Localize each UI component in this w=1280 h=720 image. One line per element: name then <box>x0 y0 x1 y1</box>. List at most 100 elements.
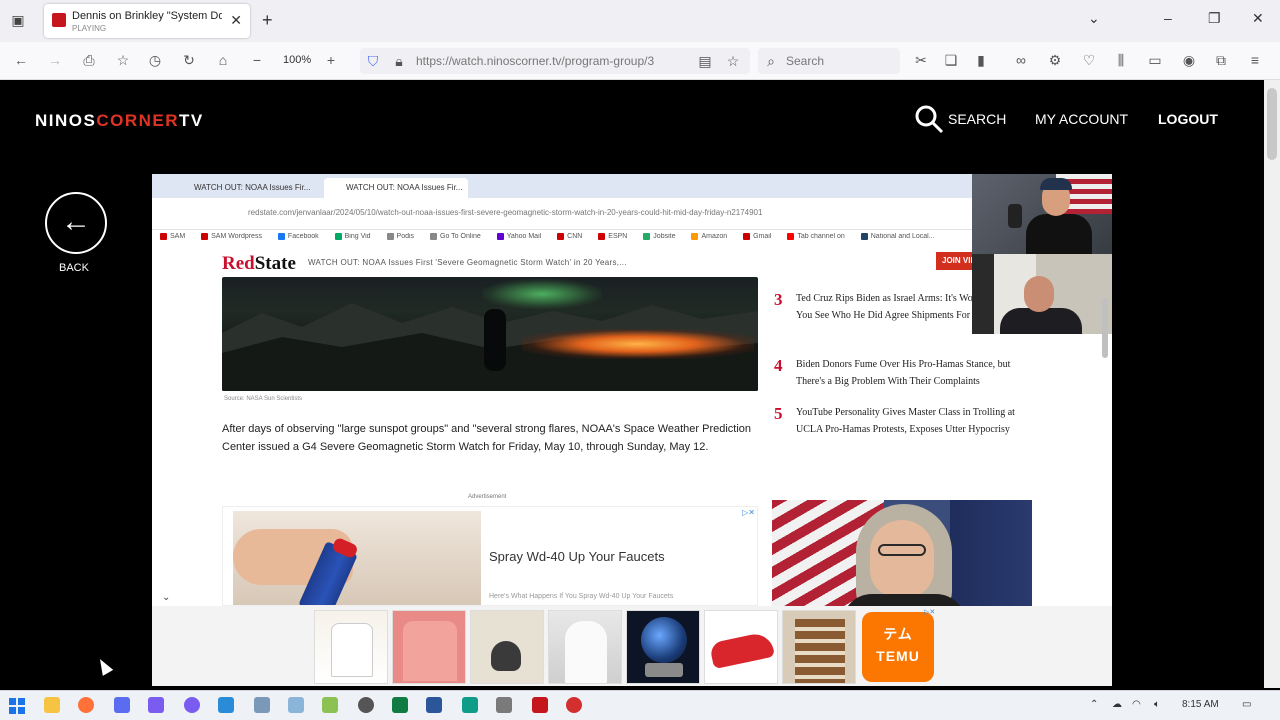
tab-list-icon[interactable]: ▣ <box>8 10 28 30</box>
back-arrow-icon[interactable]: ← <box>12 52 30 68</box>
trending-item: 5 YouTube Personality Gives Master Class… <box>774 404 1015 435</box>
sidebar-news-image <box>772 500 1032 606</box>
video-inner-tab-bar: WATCH OUT: NOAA Issues Fir... WATCH OUT:… <box>152 174 1112 198</box>
ad-image <box>233 511 481 605</box>
wifi-icon[interactable]: ◠ <box>1132 699 1141 710</box>
close-window-icon[interactable]: ✕ <box>1252 10 1264 27</box>
back-label[interactable]: BACK <box>59 262 89 274</box>
zoom-in-icon[interactable]: + <box>322 52 340 68</box>
settings-icon[interactable]: ⚙ <box>1046 52 1064 69</box>
site-search-icon[interactable] <box>914 104 944 134</box>
scissors-icon[interactable]: ✂ <box>912 52 930 69</box>
tray-chevron-icon[interactable]: ⌃ <box>1090 699 1098 710</box>
windows-start-icon[interactable] <box>9 698 25 714</box>
app-icon[interactable] <box>462 697 478 713</box>
logo-ninos: NINOS <box>35 111 97 130</box>
search-link[interactable]: SEARCH <box>948 111 1006 127</box>
app-icon[interactable] <box>322 697 338 713</box>
ad-title: Spray Wd-40 Up Your Faucets <box>489 549 665 564</box>
logout-link[interactable]: LOGOUT <box>1158 111 1218 127</box>
redstate-ticker: WATCH OUT: NOAA Issues First 'Severe Geo… <box>308 258 627 267</box>
bookmark-star-icon[interactable]: ☆ <box>724 53 742 70</box>
redstate-logo: RedState <box>222 253 296 274</box>
ad-choices-icon: ▷✕ <box>924 609 936 616</box>
logo-tv: TV <box>179 111 204 130</box>
app-icon[interactable] <box>566 697 582 713</box>
article-hero-image <box>222 277 758 391</box>
app-icon[interactable] <box>532 697 548 713</box>
chevron-down-icon: ⌄ <box>162 592 171 603</box>
lock-icon[interactable]: 🔒︎ <box>390 53 408 70</box>
back-button[interactable]: ← <box>45 192 107 254</box>
print-icon[interactable]: ⎙ <box>80 52 98 69</box>
sidebar-icon[interactable]: ▭ <box>1146 52 1164 69</box>
ad-subtitle: Here's What Happens If You Spray Wd-40 U… <box>489 593 674 600</box>
library-icon[interactable]: ⫼ <box>1112 52 1130 69</box>
clipboard-icon[interactable]: ▮ <box>972 52 990 69</box>
search-input[interactable]: ⌕ Search <box>758 48 900 74</box>
temu-ad: テム TEMU <box>862 612 934 682</box>
network-icon[interactable]: ☁ <box>1112 699 1122 710</box>
restore-icon[interactable]: ❐ <box>1208 10 1221 27</box>
url-text: https://watch.ninoscorner.tv/program-gro… <box>416 54 655 68</box>
volume-icon[interactable]: 🔈︎ <box>1154 699 1160 710</box>
reload-icon[interactable]: ↻ <box>180 52 198 69</box>
forward-arrow-icon[interactable]: → <box>46 52 64 68</box>
search-icon: ⌕ <box>767 53 775 69</box>
page-scrollbar[interactable] <box>1264 80 1280 688</box>
excel-icon[interactable] <box>392 697 408 713</box>
search-placeholder: Search <box>786 54 825 68</box>
firefox-icon[interactable] <box>78 697 94 713</box>
app-icon[interactable] <box>184 697 200 713</box>
article-paragraph: After days of observing "large sunspot g… <box>222 423 752 453</box>
reader-view-icon[interactable]: ▤ <box>696 53 714 70</box>
word-icon[interactable] <box>426 697 442 713</box>
address-bar[interactable]: ⛉ 🔒︎ https://watch.ninoscorner.tv/progra… <box>360 48 750 74</box>
pocket-icon[interactable]: ♡ <box>1080 52 1098 69</box>
tab-title: Dennis on Brinkley "System Dow <box>72 10 222 22</box>
video-player[interactable]: WATCH OUT: NOAA Issues Fir... WATCH OUT:… <box>152 174 1112 686</box>
scrollbar-thumb[interactable] <box>1267 88 1277 160</box>
zoom-level[interactable]: 100% <box>283 54 311 66</box>
video-inner-tab: WATCH OUT: NOAA Issues Fir... <box>194 183 311 192</box>
video-inner-url: redstate.com/jenvanlaar/2024/05/10/watch… <box>248 208 763 217</box>
webcam-host <box>972 174 1112 254</box>
my-account-link[interactable]: MY ACCOUNT <box>1035 111 1128 127</box>
trending-item: 4 Biden Donors Fume Over His Pro-Hamas S… <box>774 356 1011 387</box>
notifications-icon[interactable]: ▭ <box>1242 699 1251 710</box>
shield-icon[interactable]: ⛉ <box>364 53 382 70</box>
tab-close-icon[interactable]: ✕ <box>230 12 242 29</box>
ad-thumb-shoe <box>704 610 778 684</box>
app-icon[interactable] <box>254 697 270 713</box>
mouse-cursor <box>94 656 114 676</box>
browser-tab[interactable]: Dennis on Brinkley "System Dow PLAYING ✕ <box>44 4 250 38</box>
new-tab-button[interactable]: + <box>262 10 273 31</box>
ad-thumb-stairs <box>782 610 856 684</box>
tab-overflow-chevron-icon[interactable]: ⌄ <box>1088 10 1100 27</box>
site-logo[interactable]: NINOSCORNERTV <box>35 111 204 131</box>
home-icon[interactable]: ⌂ <box>214 52 232 68</box>
app-icon[interactable] <box>288 697 304 713</box>
ad-thumb-tshirt <box>392 610 466 684</box>
menu-icon[interactable]: ≡ <box>1246 52 1264 68</box>
product-ad-strip: テム TEMU ▷✕ <box>152 606 1112 686</box>
copy-icon[interactable]: ❏ <box>942 52 960 69</box>
glasses-icon[interactable]: ∞ <box>1012 52 1030 68</box>
history-icon[interactable]: ◷ <box>146 52 164 69</box>
app-icon[interactable] <box>114 697 130 713</box>
app-icon[interactable] <box>148 697 164 713</box>
minimize-icon[interactable]: – <box>1164 10 1172 26</box>
extensions-icon[interactable]: ⧉ <box>1212 52 1230 69</box>
settings-icon[interactable] <box>358 697 374 713</box>
file-explorer-icon[interactable] <box>44 697 60 713</box>
mail-icon[interactable] <box>218 697 234 713</box>
account-icon[interactable]: ◉ <box>1180 52 1198 69</box>
site-favicon-icon <box>52 13 66 27</box>
clock[interactable]: 8:15 AM <box>1182 699 1219 710</box>
video-inner-scrollbar <box>1102 298 1108 358</box>
webcam-guest <box>972 254 1112 334</box>
tab-status: PLAYING <box>72 24 107 33</box>
zoom-out-icon[interactable]: − <box>248 52 266 68</box>
calculator-icon[interactable] <box>496 697 512 713</box>
bookmarks-icon[interactable]: ☆ <box>114 52 132 69</box>
